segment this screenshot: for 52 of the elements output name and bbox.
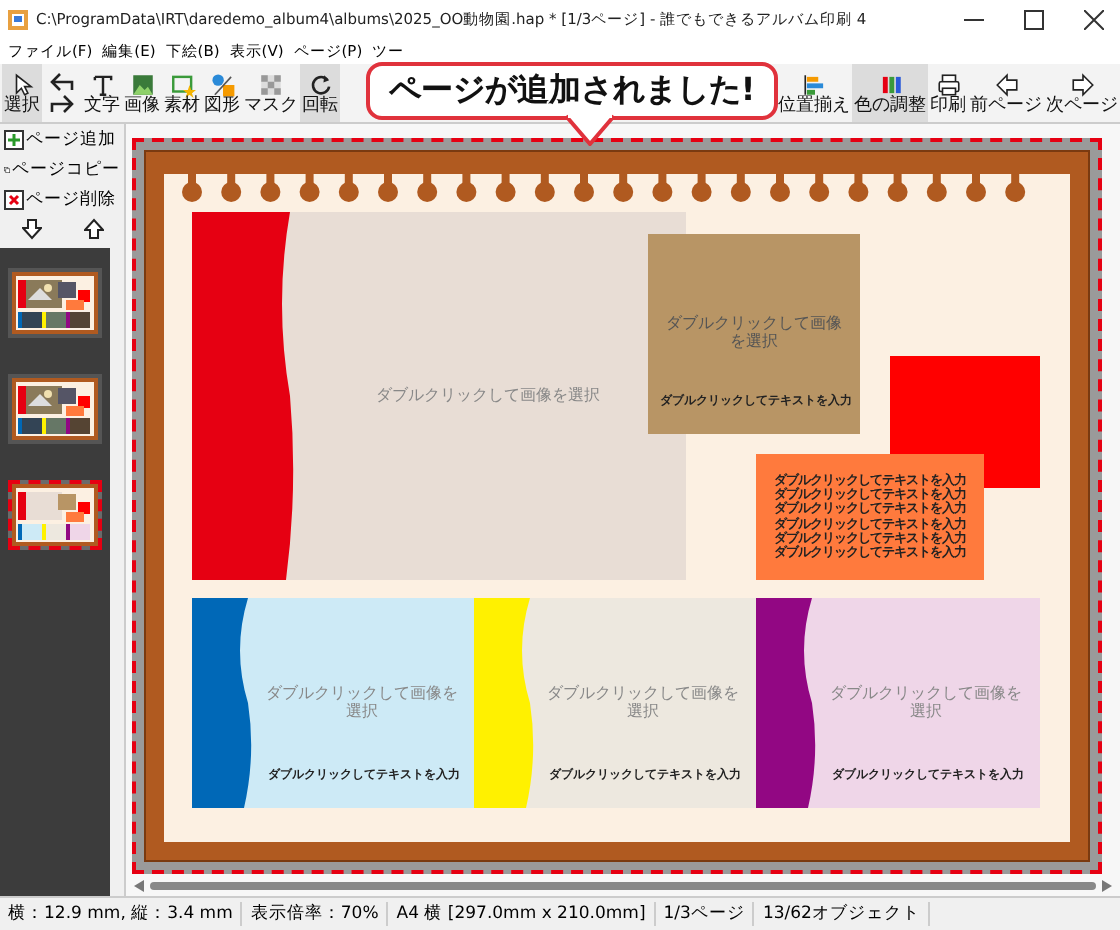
- status-text: 13/62オブジェクト: [754, 902, 930, 926]
- close-icon[interactable]: [1084, 10, 1104, 30]
- toolbar-button[interactable]: 選択: [2, 64, 42, 122]
- page-action-button[interactable]: ページ削除: [0, 184, 124, 214]
- checker-icon: [258, 71, 284, 97]
- add-page-icon: [4, 129, 24, 149]
- toolbar-button[interactable]: 文字: [82, 64, 122, 122]
- image-icon: [129, 71, 155, 97]
- printer-icon: [935, 71, 961, 97]
- color-bars-icon: [877, 71, 903, 97]
- maximize-icon[interactable]: [1024, 10, 1044, 30]
- status-text: A4 横 [297.0mm x 210.0mm]: [388, 902, 656, 926]
- right-arrow-icon: [1069, 71, 1095, 97]
- page-thumbnail[interactable]: [8, 480, 102, 550]
- page-thumbnail[interactable]: [8, 374, 102, 444]
- placeholder-text: ダブルクリックして画像を選択: [374, 387, 602, 405]
- page-action-button[interactable]: ページ追加: [0, 124, 124, 154]
- shapes-icon: [209, 71, 235, 97]
- toolbar-button[interactable]: 前ページ: [968, 64, 1044, 122]
- status-text: 1/3ページ: [655, 902, 755, 926]
- scrollbar-thumb[interactable]: [150, 882, 1096, 890]
- page-action-button[interactable]: ページコピー: [0, 154, 124, 184]
- page-thumbnail[interactable]: [8, 268, 102, 338]
- scroll-right-icon[interactable]: [1102, 880, 1112, 892]
- redo-icon[interactable]: [48, 94, 76, 114]
- status-text: 表示倍率：70%: [242, 902, 389, 926]
- minimize-icon[interactable]: [964, 18, 984, 22]
- toolbar-button[interactable]: 素材: [162, 64, 202, 122]
- rotate-icon: [307, 71, 333, 97]
- placeholder-text: ダブルクリックして画像を選択: [545, 685, 741, 721]
- app-icon: [8, 10, 28, 30]
- up-arrow-icon[interactable]: [83, 218, 103, 240]
- scroll-left-icon[interactable]: [134, 880, 144, 892]
- toolbar-button[interactable]: 次ページ: [1044, 64, 1120, 122]
- toolbar-button[interactable]: 回転: [300, 64, 340, 122]
- placeholder-text: ダブルクリックして画像を選択: [828, 685, 1024, 721]
- placeholder-text: ダブルクリックして画像を選択: [264, 685, 460, 721]
- toolbar-button[interactable]: マスク: [242, 64, 300, 122]
- scrollbar-track[interactable]: [110, 248, 124, 896]
- down-arrow-icon[interactable]: [21, 218, 41, 240]
- toolbar-button[interactable]: 画像: [122, 64, 162, 122]
- align-icon: [801, 71, 827, 97]
- text-icon: [89, 71, 115, 97]
- toolbar-button[interactable]: 色の調整: [852, 64, 928, 122]
- undo-icon[interactable]: [48, 72, 76, 92]
- star-frame-icon: [169, 71, 195, 97]
- status-text: 横：12.9 mm, 縦：3.4 mm: [0, 902, 243, 926]
- toolbar-button[interactable]: 図形: [202, 64, 242, 122]
- toolbar-button[interactable]: 印刷: [928, 64, 968, 122]
- left-arrow-icon: [993, 71, 1019, 97]
- delete-page-icon: [4, 189, 24, 209]
- toolbar-button[interactable]: 位置揃え: [776, 64, 852, 122]
